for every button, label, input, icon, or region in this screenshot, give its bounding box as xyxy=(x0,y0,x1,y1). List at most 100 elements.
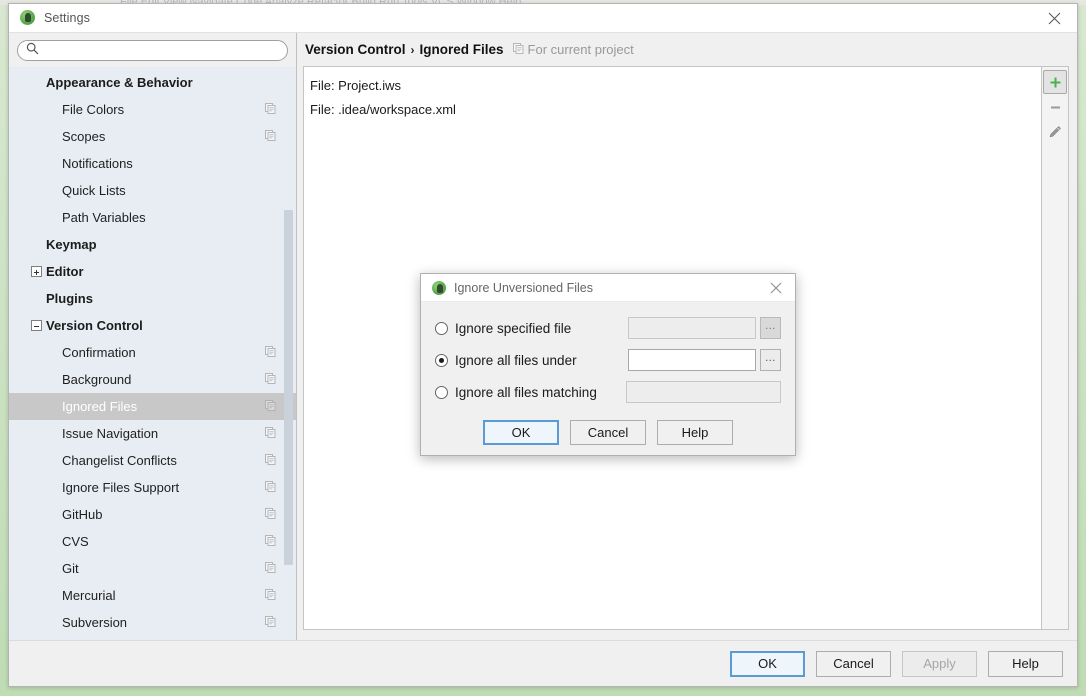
option-2-input[interactable] xyxy=(628,349,756,371)
sidebar-item-issue-navigation[interactable]: Issue Navigation xyxy=(9,420,296,447)
sidebar-item-ignored-files[interactable]: Ignored Files xyxy=(9,393,296,420)
sidebar-item-label: File Colors xyxy=(62,102,125,117)
sidebar-scrollbar-thumb[interactable] xyxy=(284,210,293,565)
sidebar-item-github[interactable]: GitHub xyxy=(9,501,296,528)
sidebar-item-label: Ignored Files xyxy=(62,399,138,414)
sidebar-item-mercurial[interactable]: Mercurial xyxy=(9,582,296,609)
dialog-body: Ignore specified file… Ignore all files u… xyxy=(421,302,795,413)
copy-scope-icon xyxy=(265,344,276,362)
sidebar-item-label: CVS xyxy=(62,534,89,549)
dialog-cancel-button[interactable]: Cancel xyxy=(570,419,646,445)
breadcrumb-scope-label: For current project xyxy=(527,42,634,57)
close-icon[interactable] xyxy=(757,274,795,302)
sidebar-item-plugins[interactable]: Plugins xyxy=(9,285,296,312)
sidebar-item-confirmation[interactable]: Confirmation xyxy=(9,339,296,366)
intellij-logo-icon xyxy=(432,280,446,295)
copy-scope-icon xyxy=(265,479,276,497)
sidebar-item-version-control[interactable]: Version Control xyxy=(9,312,296,339)
sidebar-item-ignore-files-support[interactable]: Ignore Files Support xyxy=(9,474,296,501)
search-box[interactable] xyxy=(17,40,288,61)
sidebar-item-path-variables[interactable]: Path Variables xyxy=(9,204,296,231)
radio-ignore-all-files-under[interactable] xyxy=(435,353,448,367)
sidebar-item-label: Issue Navigation xyxy=(62,426,159,441)
expand-icon[interactable] xyxy=(31,266,42,277)
sidebar-item-cvs[interactable]: CVS xyxy=(9,528,296,555)
ok-button[interactable]: OK xyxy=(730,650,805,677)
search-input[interactable] xyxy=(43,42,268,59)
sidebar-item-editor[interactable]: Editor xyxy=(9,258,296,285)
option-1-input xyxy=(628,317,756,339)
cancel-button[interactable]: Cancel xyxy=(816,650,891,677)
intellij-logo-icon xyxy=(20,10,36,26)
sidebar-item-scopes[interactable]: Scopes xyxy=(9,123,296,150)
sidebar-item-changelist-conflicts[interactable]: Changelist Conflicts xyxy=(9,447,296,474)
option-label[interactable]: Ignore all files matching xyxy=(455,385,597,400)
copy-scope-icon xyxy=(265,425,276,443)
sidebar-item-label: Background xyxy=(62,372,132,387)
sidebar-item-subversion[interactable]: Subversion xyxy=(9,609,296,636)
option-3-input xyxy=(626,381,781,403)
copy-scope-icon xyxy=(265,506,276,524)
sidebar-item-quick-lists[interactable]: Quick Lists xyxy=(9,177,296,204)
sidebar-item-label: Plugins xyxy=(46,291,93,306)
copy-scope-icon xyxy=(265,560,276,578)
list-item[interactable]: File: Project.iws xyxy=(310,74,1041,98)
copy-scope-icon xyxy=(512,42,524,57)
sidebar-item-label: Version Control xyxy=(46,318,143,333)
sidebar-item-label: Path Variables xyxy=(62,210,146,225)
ignored-files-toolbar xyxy=(1041,66,1069,630)
browse-button-2[interactable]: … xyxy=(760,349,781,371)
option-label[interactable]: Ignore specified file xyxy=(455,321,571,336)
list-item[interactable]: File: .idea/workspace.xml xyxy=(310,98,1041,122)
sidebar-item-background[interactable]: Background xyxy=(9,366,296,393)
sidebar-item-label: Appearance & Behavior xyxy=(46,75,193,90)
dialog-titlebar: Ignore Unversioned Files xyxy=(421,274,795,302)
sidebar-item-label: Subversion xyxy=(62,615,128,630)
window-title: Settings xyxy=(44,11,90,25)
search-row xyxy=(9,33,296,67)
ignore-unversioned-files-dialog: Ignore Unversioned Files Ignore specifie… xyxy=(420,273,796,456)
sidebar-item-label: Keymap xyxy=(46,237,97,252)
breadcrumb: Version Control › Ignored Files For curr… xyxy=(303,33,1069,66)
copy-scope-icon xyxy=(265,614,276,632)
copy-scope-icon xyxy=(265,452,276,470)
pencil-icon[interactable] xyxy=(1043,120,1067,144)
apply-button: Apply xyxy=(902,650,977,677)
copy-scope-icon xyxy=(265,101,276,119)
add-button[interactable] xyxy=(1043,70,1067,94)
sidebar-item-file-colors[interactable]: File Colors xyxy=(9,96,296,123)
sidebar-item-label: Quick Lists xyxy=(62,183,126,198)
sidebar-item-label: Mercurial xyxy=(62,588,116,603)
option-row-2: Ignore all files under … xyxy=(435,344,781,376)
help-button[interactable]: Help xyxy=(988,650,1063,677)
radio-ignore-specified-file[interactable] xyxy=(435,321,448,335)
dialog-ok-button[interactable]: OK xyxy=(483,419,559,445)
dialog-button-row: OK Cancel Help xyxy=(421,413,795,455)
breadcrumb-parent[interactable]: Version Control xyxy=(305,42,406,57)
sidebar-item-git[interactable]: Git xyxy=(9,555,296,582)
close-icon[interactable] xyxy=(1032,4,1077,33)
sidebar-item-appearance-behavior[interactable]: Appearance & Behavior xyxy=(9,69,296,96)
sidebar-scrollbar[interactable] xyxy=(284,75,293,636)
option-row-3: Ignore all files matching xyxy=(435,376,781,408)
copy-scope-icon xyxy=(265,587,276,605)
option-row-1: Ignore specified file … xyxy=(435,312,781,344)
sidebar-item-label: Changelist Conflicts xyxy=(62,453,177,468)
search-icon xyxy=(26,42,39,60)
collapse-icon[interactable] xyxy=(31,320,42,331)
option-label[interactable]: Ignore all files under xyxy=(455,353,577,368)
sidebar-item-keymap[interactable]: Keymap xyxy=(9,231,296,258)
copy-scope-icon xyxy=(265,398,276,416)
window-titlebar: Settings xyxy=(9,4,1077,33)
dialog-help-button[interactable]: Help xyxy=(657,419,733,445)
sidebar-item-notifications[interactable]: Notifications xyxy=(9,150,296,177)
radio-ignore-all-files-matching[interactable] xyxy=(435,385,448,399)
sidebar-item-label: GitHub xyxy=(62,507,103,522)
dialog-title: Ignore Unversioned Files xyxy=(454,280,593,295)
copy-scope-icon xyxy=(265,533,276,551)
breadcrumb-current: Ignored Files xyxy=(419,42,504,57)
settings-tree[interactable]: Appearance & Behavior File Colors Scopes No… xyxy=(9,67,296,640)
remove-button[interactable] xyxy=(1043,95,1067,119)
sidebar-item-label: Git xyxy=(62,561,79,576)
browse-button-1: … xyxy=(760,317,781,339)
